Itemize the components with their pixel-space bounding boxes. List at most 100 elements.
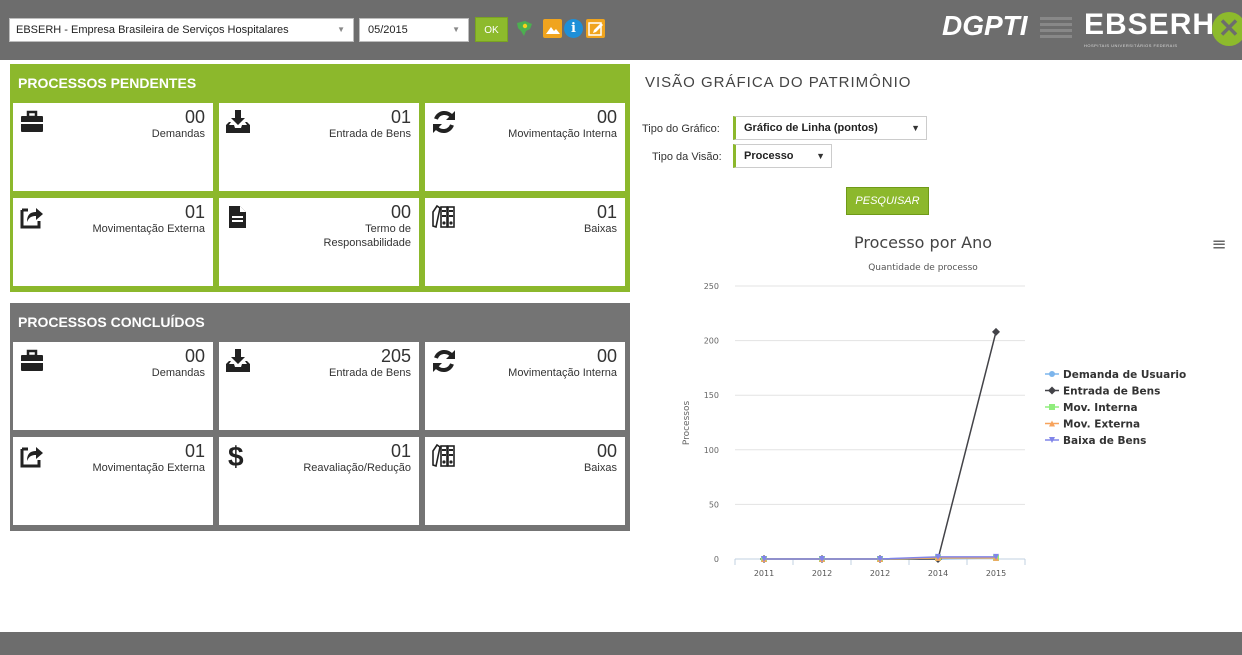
x-tick-label: 2011 <box>754 569 774 578</box>
tile-label: Movimentação Externa <box>92 223 206 235</box>
point-marker <box>1049 404 1055 410</box>
tile-count: 01 <box>184 202 205 222</box>
done-demandas-tile[interactable]: 00 Demandas <box>13 342 213 430</box>
image-icon[interactable] <box>543 19 562 38</box>
legend-label: Mov. Interna <box>1063 402 1138 414</box>
legend-label: Mov. Externa <box>1063 419 1140 431</box>
pending-baixas-tile[interactable]: 01 Baixas <box>425 198 625 286</box>
dgpti-logo-lines <box>1040 17 1072 43</box>
legend-label: Baixa de Bens <box>1063 435 1146 447</box>
svg-text:$: $ <box>228 443 244 469</box>
tile-label: Reavaliação/Redução <box>303 462 411 474</box>
chart-title: Processo por Ano <box>854 233 992 252</box>
done-reavaliacao-tile[interactable]: $ 01 Reavaliação/Redução <box>219 437 419 525</box>
panel-title: PROCESSOS PENDENTES <box>18 75 197 91</box>
legend-item: Demanda de Usuario <box>1045 369 1186 381</box>
chart-type-select-value: Gráfico de Linha (pontos) <box>744 122 878 134</box>
chart-subtitle: Quantidade de processo <box>868 263 978 273</box>
dgpti-logo: DGPTI <box>942 10 1028 41</box>
y-tick-label: 200 <box>704 337 719 346</box>
organization-select-value: EBSERH - Empresa Brasileira de Serviços … <box>16 24 289 36</box>
chart-legend: Demanda de Usuario Entrada de Bens Mov. In… <box>1045 369 1186 447</box>
search-button[interactable]: PESQUISAR <box>846 187 929 215</box>
chevron-down-icon: ▼ <box>911 123 920 133</box>
tile-label: Baixas <box>583 462 617 474</box>
point-marker <box>1049 371 1055 377</box>
panel-title: PROCESSOS CONCLUÍDOS <box>18 314 205 330</box>
inbox-download-icon <box>225 109 251 135</box>
tile-count: 00 <box>596 107 617 127</box>
chevron-down-icon: ▼ <box>452 25 460 34</box>
x-tick-label: 2012 <box>812 569 832 578</box>
pending-entrada-bens-tile[interactable]: 01 Entrada de Bens <box>219 103 419 191</box>
tile-label: Demandas <box>151 128 205 140</box>
binders-icon <box>431 443 457 469</box>
organization-select[interactable]: EBSERH - Empresa Brasileira de Serviços … <box>9 18 354 42</box>
chart-series <box>760 327 1000 563</box>
tile-label: Termo de Responsabilidade <box>323 223 411 249</box>
tile-label: Entrada de Bens <box>329 128 411 140</box>
view-type-select-value: Processo <box>744 150 794 162</box>
tile-label: Baixas <box>583 223 617 235</box>
info-icon[interactable]: i <box>564 19 583 38</box>
refresh-icon <box>431 348 457 374</box>
edit-icon[interactable] <box>586 19 605 38</box>
tile-count: 00 <box>184 107 205 127</box>
x-tick-label: 2015 <box>986 569 1006 578</box>
tile-count: 205 <box>380 346 411 366</box>
brazil-map-icon[interactable] <box>515 19 534 38</box>
point-marker <box>1048 386 1056 395</box>
view-type-select[interactable]: Processo ▼ <box>733 144 832 168</box>
y-tick-label: 250 <box>704 282 719 291</box>
period-select-value: 05/2015 <box>368 24 408 36</box>
tile-label: Demandas <box>151 367 205 379</box>
ok-button[interactable]: OK <box>475 17 508 42</box>
chart-type-select[interactable]: Gráfico de Linha (pontos) ▼ <box>733 116 927 140</box>
y-axis-label: Processos <box>682 401 692 446</box>
y-tick-label: 50 <box>709 500 719 509</box>
y-tick-label: 150 <box>704 391 719 400</box>
legend-item: Entrada de Bens <box>1045 386 1160 398</box>
footer-bar <box>0 632 1242 655</box>
refresh-icon <box>431 109 457 135</box>
y-tick-label: 0 <box>714 555 719 564</box>
chevron-down-icon: ▼ <box>816 151 825 161</box>
briefcase-icon <box>19 109 45 135</box>
tile-count: 00 <box>596 346 617 366</box>
ebserh-logo: EBSERH <box>1084 8 1216 41</box>
legend-item: Baixa de Bens <box>1045 435 1146 447</box>
tile-count: 01 <box>184 441 205 461</box>
chart-type-label: Tipo do Gráfico: <box>642 123 720 135</box>
point-marker <box>992 327 1000 336</box>
tile-label: Entrada de Bens <box>329 367 411 379</box>
y-tick-label: 100 <box>704 446 719 455</box>
x-tick-label: 2014 <box>928 569 948 578</box>
done-mov-interna-tile[interactable]: 00 Movimentação Interna <box>425 342 625 430</box>
pending-processes-panel: PROCESSOS PENDENTES 00 Demandas 01 Entra… <box>10 64 630 292</box>
done-mov-externa-tile[interactable]: 01 Movimentação Externa <box>13 437 213 525</box>
top-bar: EBSERH - Empresa Brasileira de Serviços … <box>0 0 1242 60</box>
period-select[interactable]: 05/2015 ▼ <box>359 18 469 42</box>
chevron-down-icon: ▼ <box>337 25 345 34</box>
done-entrada-bens-tile[interactable]: 205 Entrada de Bens <box>219 342 419 430</box>
tile-count: 01 <box>390 441 411 461</box>
chart-menu-icon[interactable]: ≡ <box>1211 234 1226 255</box>
inbox-download-icon <box>225 348 251 374</box>
share-external-icon <box>19 443 45 469</box>
tile-count: 00 <box>596 441 617 461</box>
legend-item: Mov. Interna <box>1045 402 1138 414</box>
pending-demandas-tile[interactable]: 00 Demandas <box>13 103 213 191</box>
tile-label: Movimentação Interna <box>508 128 617 140</box>
pending-termo-responsabilidade-tile[interactable]: 00 Termo de Responsabilidade <box>219 198 419 286</box>
pending-mov-externa-tile[interactable]: 01 Movimentação Externa <box>13 198 213 286</box>
tile-count: 01 <box>596 202 617 222</box>
binders-icon <box>431 204 457 230</box>
done-baixas-tile[interactable]: 00 Baixas <box>425 437 625 525</box>
pending-mov-interna-tile[interactable]: 00 Movimentação Interna <box>425 103 625 191</box>
briefcase-icon <box>19 348 45 374</box>
x-tick-label: 2012 <box>870 569 890 578</box>
tile-label: Movimentação Externa <box>92 462 206 474</box>
close-icon[interactable]: ✕ <box>1212 12 1242 46</box>
legend-label: Demanda de Usuario <box>1063 369 1186 381</box>
ebserh-logo-tagline: HOSPITAIS UNIVERSITÁRIOS FEDERAIS <box>1084 43 1178 48</box>
